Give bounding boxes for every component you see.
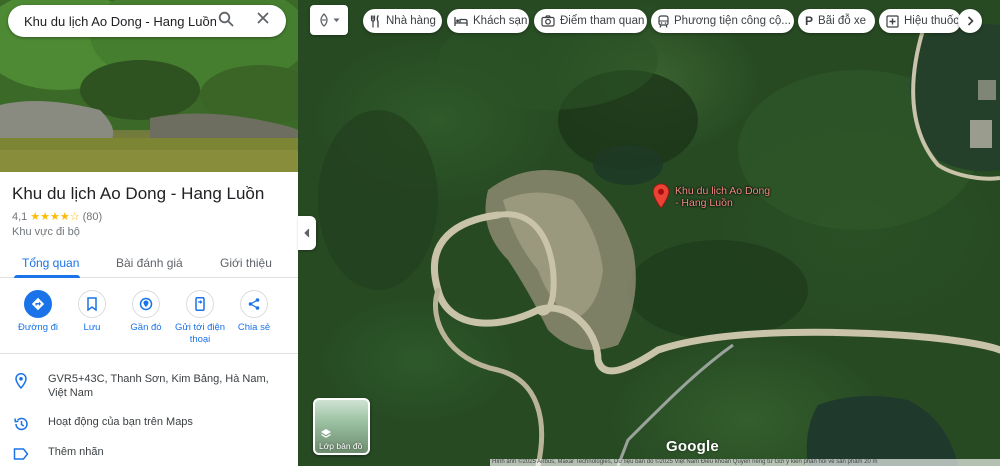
directions-label: Đường đi (17, 322, 59, 333)
share-label: Chia sẻ (237, 322, 271, 333)
save-label: Lưu (83, 322, 101, 333)
send-to-phone-button[interactable]: Gửi tới điện thoại (173, 290, 227, 346)
tab-overview[interactable]: Tổng quan (22, 256, 79, 270)
camera-icon (541, 14, 555, 28)
layers-button[interactable]: Lớp bản đồ (313, 398, 370, 455)
chevron-right-icon (967, 16, 974, 26)
map-type-toggle[interactable] (310, 5, 348, 35)
location-pin-icon (12, 372, 30, 390)
nearby-icon (132, 290, 160, 318)
active-tab-indicator (14, 275, 80, 278)
nearby-label: Gần đó (130, 322, 162, 333)
section-divider (0, 353, 298, 354)
address-row[interactable]: GVR5+43C, Thanh Sơn, Kim Bảng, Hà Nam, V… (12, 372, 292, 400)
collapse-panel-button[interactable] (298, 216, 316, 250)
chips-next-button[interactable] (958, 9, 982, 33)
map-pin-icon (652, 183, 670, 209)
chip-pharmacy[interactable]: Hiệu thuốc (879, 9, 961, 33)
layers-label: Lớp bản đồ (319, 441, 363, 451)
rating-value: 4,1 (12, 210, 28, 223)
map-attribution[interactable]: Hình ảnh ©2025 Airbus, Maxar Technologie… (490, 459, 1000, 466)
place-category[interactable]: Khu vực đi bộ (12, 226, 80, 238)
chip-label: Nhà hàng (386, 15, 436, 27)
layers-icon (321, 429, 331, 438)
activity-row[interactable]: Hoạt động của bạn trên Maps (12, 415, 292, 433)
chip-label: Phương tiện công cộ... (674, 15, 791, 27)
hotel-icon (454, 14, 468, 28)
satellite-map[interactable] (298, 0, 1000, 466)
chip-restaurants[interactable]: Nhà hàng (363, 9, 442, 33)
parking-icon: P (805, 14, 814, 28)
address-text: GVR5+43C, Thanh Sơn, Kim Bảng, Hà Nam, V… (48, 373, 269, 399)
add-label-text: Thêm nhãn (48, 446, 104, 458)
save-button[interactable]: Lưu (65, 290, 119, 334)
chip-attractions[interactable]: Điểm tham quan (534, 9, 647, 33)
layers-menu-icon (319, 13, 328, 27)
search-icon[interactable] (218, 11, 238, 31)
action-buttons: Đường đi Lưu Gần đó Gửi tới điện thoại C… (0, 290, 298, 352)
share-button[interactable]: Chia sẻ (227, 290, 281, 334)
chip-hotels[interactable]: Khách sạn (447, 9, 529, 33)
close-icon[interactable] (256, 11, 276, 31)
review-count[interactable]: (80) (83, 211, 103, 223)
place-title: Khu du lịch Ao Dong - Hang Luồn (12, 184, 265, 203)
label-icon (12, 445, 30, 463)
transit-icon (658, 14, 669, 28)
rating-summary[interactable]: 4,1 ★★★★☆ (80) (12, 210, 103, 224)
history-icon (12, 415, 30, 433)
chip-label: Hiệu thuốc (904, 15, 959, 27)
google-logo: Google (666, 438, 719, 455)
chevron-down-icon (333, 18, 339, 22)
directions-button[interactable]: Đường đi (11, 290, 65, 334)
activity-text: Hoạt động của bạn trên Maps (48, 416, 193, 428)
tab-reviews[interactable]: Bài đánh giá (116, 256, 183, 270)
place-marker[interactable] (652, 183, 670, 214)
place-tabs: Tổng quan Bài đánh giá Giới thiệu (0, 248, 298, 278)
chip-label: Bãi đỗ xe (818, 15, 866, 27)
search-box[interactable]: Khu du lịch Ao Dong - Hang Luồn (8, 5, 286, 37)
chevron-left-icon (304, 228, 310, 238)
maps-window: Khu du lịch Ao Dong - Hang Luồn Khu du l… (0, 0, 1000, 466)
tab-about[interactable]: Giới thiệu (220, 256, 272, 270)
place-photo[interactable]: Khu du lịch Ao Dong - Hang Luồn (0, 0, 298, 172)
place-panel: Khu du lịch Ao Dong - Hang Luồn Khu du l… (0, 0, 298, 466)
chip-parking[interactable]: P Bãi đỗ xe (798, 9, 875, 33)
pin-label[interactable]: Khu du lịch Ao Dong - Hang Luồn (675, 185, 775, 209)
restaurant-icon (370, 14, 381, 28)
add-label-row[interactable]: Thêm nhãn (12, 445, 292, 463)
rating-stars: ★★★★☆ (30, 211, 80, 223)
nearby-button[interactable]: Gần đó (119, 290, 173, 334)
bookmark-icon (78, 290, 106, 318)
satellite-imagery (318, 10, 1000, 466)
chip-label: Khách sạn (473, 15, 528, 27)
chip-label: Điểm tham quan (560, 15, 645, 27)
search-input[interactable]: Khu du lịch Ao Dong - Hang Luồn (24, 14, 216, 29)
share-icon (240, 290, 268, 318)
chip-transit[interactable]: Phương tiện công cộ... (651, 9, 794, 33)
directions-icon (24, 290, 52, 318)
pharmacy-icon (886, 14, 899, 28)
send-to-phone-icon (186, 290, 214, 318)
send-to-phone-label: Gửi tới điện thoại (174, 322, 226, 345)
